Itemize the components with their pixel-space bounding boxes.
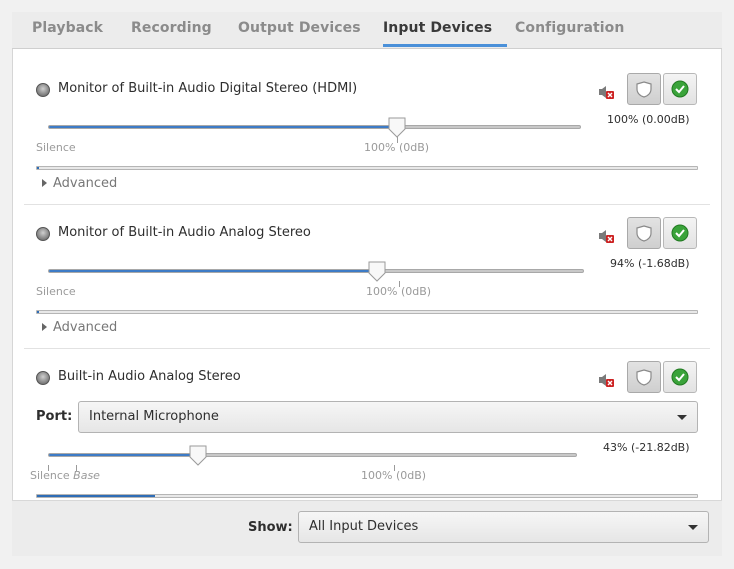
volume-slider-handle[interactable] (188, 444, 208, 466)
speaker-muted-icon[interactable] (598, 228, 616, 244)
set-default-button[interactable] (663, 217, 697, 249)
microphone-icon (36, 371, 50, 385)
advanced-label: Advanced (53, 176, 118, 191)
volume-slider-fill (49, 126, 398, 128)
mark-100: 100% (0dB) (364, 141, 430, 154)
speaker-muted-icon[interactable] (598, 84, 616, 100)
volume-slider[interactable] (48, 269, 584, 273)
expander-arrow-icon (42, 322, 47, 331)
dropdown-arrow-icon (688, 525, 698, 530)
advanced-label: Advanced (53, 320, 118, 335)
show-filter-select[interactable]: All Input Devices (298, 511, 709, 543)
volume-slider-fill (49, 270, 378, 272)
tab-bar: Playback Recording Output Devices Input … (12, 12, 722, 49)
microphone-icon (36, 83, 50, 97)
show-filter-value: All Input Devices (309, 519, 419, 534)
tab-input-devices[interactable]: Input Devices (383, 20, 492, 36)
tab-recording[interactable]: Recording (131, 20, 212, 36)
lock-channels-button[interactable] (627, 361, 661, 393)
check-icon (671, 80, 689, 98)
mark-base: Base (73, 469, 100, 482)
mark-100: 100% (0dB) (361, 469, 427, 482)
lock-channels-button[interactable] (627, 217, 661, 249)
volume-slider-handle[interactable] (387, 116, 407, 138)
tab-playback[interactable]: Playback (32, 20, 103, 36)
peak-meter (36, 310, 698, 314)
volume-value: 100% (0.00dB) (607, 113, 690, 126)
volume-slider-handle[interactable] (367, 260, 387, 282)
mark-silence-text: Silence (30, 469, 70, 482)
mark-silence: Silence (36, 141, 76, 154)
tab-configuration[interactable]: Configuration (515, 20, 624, 36)
tab-output-devices[interactable]: Output Devices (238, 20, 361, 36)
mark-silence: Silence (36, 285, 76, 298)
microphone-icon (36, 227, 50, 241)
dropdown-arrow-icon (677, 415, 687, 420)
separator (24, 204, 710, 205)
device-name: Monitor of Built-in Audio Digital Stereo… (58, 81, 358, 96)
advanced-expander[interactable]: Advanced (42, 320, 117, 335)
mark-silence: Silence Base (30, 469, 100, 482)
peak-meter-fill (37, 495, 155, 497)
volume-slider-fill (49, 454, 199, 456)
set-default-button[interactable] (663, 73, 697, 105)
lock-channels-button[interactable] (627, 73, 661, 105)
peak-meter (36, 166, 698, 170)
advanced-expander[interactable]: Advanced (42, 176, 117, 191)
check-icon (671, 224, 689, 242)
port-select[interactable]: Internal Microphone (78, 401, 698, 433)
volume-slider[interactable] (48, 453, 577, 457)
check-icon (671, 368, 689, 386)
port-label: Port: (36, 409, 73, 424)
peak-meter-fill (37, 311, 39, 313)
device-name: Built-in Audio Analog Stereo (58, 369, 241, 384)
mark-100: 100% (0dB) (366, 285, 432, 298)
active-tab-indicator (383, 44, 507, 47)
expander-arrow-icon (42, 178, 47, 187)
shield-icon (636, 81, 652, 98)
volume-value: 94% (-1.68dB) (610, 257, 690, 270)
device-name: Monitor of Built-in Audio Analog Stereo (58, 225, 311, 240)
port-select-value: Internal Microphone (89, 409, 219, 424)
peak-meter-fill (37, 167, 39, 169)
show-label: Show: (248, 520, 293, 535)
peak-meter (36, 494, 698, 498)
set-default-button[interactable] (663, 361, 697, 393)
shield-icon (636, 225, 652, 242)
speaker-muted-icon[interactable] (598, 372, 616, 388)
volume-value: 43% (-21.82dB) (603, 441, 690, 454)
volume-slider[interactable] (48, 125, 581, 129)
separator (24, 348, 710, 349)
shield-icon (636, 369, 652, 386)
